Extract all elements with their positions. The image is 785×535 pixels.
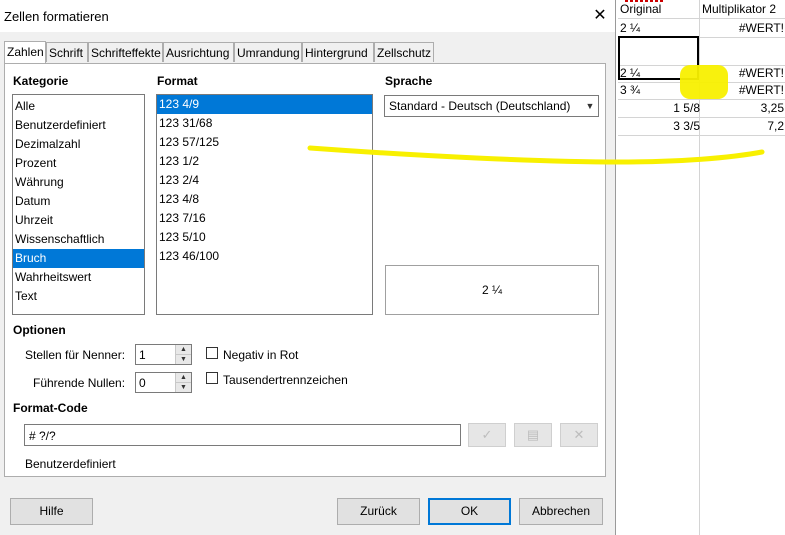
yellow-annotation-stroke — [307, 145, 765, 165]
